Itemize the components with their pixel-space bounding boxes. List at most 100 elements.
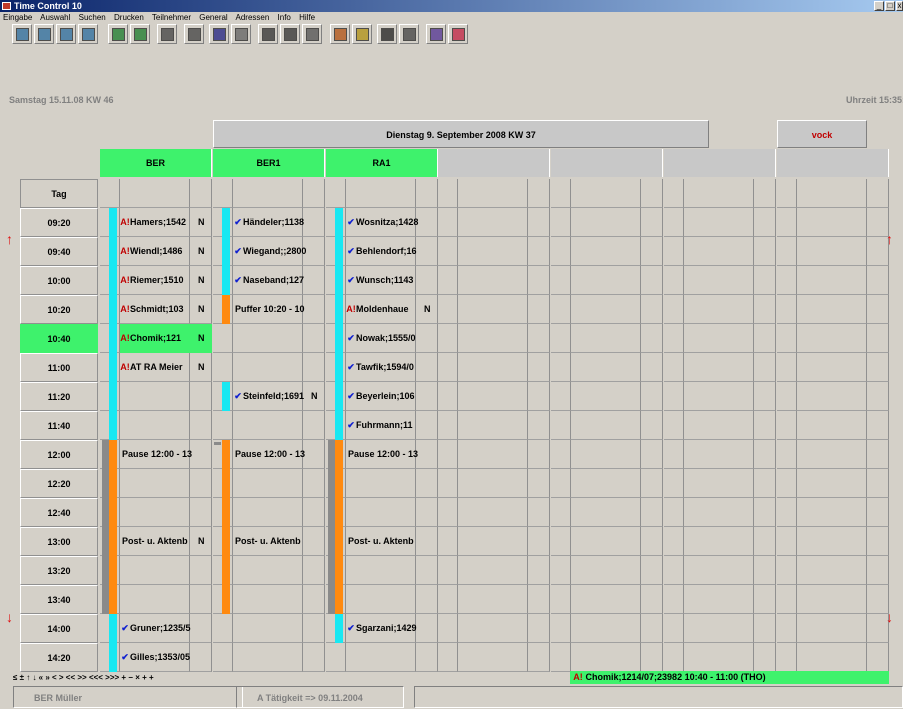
grid-cell[interactable]: [571, 382, 641, 411]
grid-cell[interactable]: [458, 324, 528, 353]
grid-cell[interactable]: [190, 469, 212, 498]
grid-cell[interactable]: [684, 266, 754, 295]
grid-cell[interactable]: [571, 411, 641, 440]
year-grid-button[interactable]: [78, 24, 98, 44]
appointment-entry[interactable]: ✔Behlendorf;16: [346, 237, 426, 266]
grid-cell[interactable]: [303, 643, 325, 672]
grid-cell[interactable]: [777, 382, 797, 411]
grid-cell[interactable]: [754, 266, 776, 295]
grid-cell[interactable]: [571, 440, 641, 469]
grid-cell[interactable]: [233, 498, 303, 527]
grid-cell[interactable]: [684, 643, 754, 672]
appointment-entry[interactable]: ✔Tawfik;1594/0: [346, 353, 426, 382]
grid-cell[interactable]: [458, 179, 528, 208]
navigation-buttons[interactable]: ≤ ± ↑ ↓ « » < > << >> <<< >>> + − × + +: [13, 671, 243, 684]
scroll-down-left-icon[interactable]: ↓: [6, 610, 13, 624]
grid-cell[interactable]: [438, 237, 458, 266]
grid-cell[interactable]: [438, 614, 458, 643]
appointment-entry[interactable]: A!Chomik;121: [120, 324, 200, 353]
grid-cell[interactable]: [641, 353, 663, 382]
grid-cell[interactable]: [664, 585, 684, 614]
minimize-button[interactable]: _: [874, 1, 884, 11]
grid-cell[interactable]: [664, 440, 684, 469]
grid-cell[interactable]: [551, 266, 571, 295]
grid-cell[interactable]: [684, 411, 754, 440]
grid-cell[interactable]: [551, 527, 571, 556]
grid-cell[interactable]: [777, 353, 797, 382]
grid-cell[interactable]: [777, 266, 797, 295]
window-button[interactable]: [184, 24, 204, 44]
grid-cell[interactable]: [571, 237, 641, 266]
grid-cell[interactable]: [684, 295, 754, 324]
print-button[interactable]: [258, 24, 278, 44]
grid-cell[interactable]: [754, 469, 776, 498]
grid-cell[interactable]: [346, 585, 416, 614]
grid-cell[interactable]: [551, 208, 571, 237]
grid-cell[interactable]: [233, 556, 303, 585]
grid-cell[interactable]: [867, 382, 889, 411]
grid-cell[interactable]: [458, 266, 528, 295]
grid-cell[interactable]: [438, 353, 458, 382]
appointment-entry[interactable]: Post- u. Aktenb: [233, 527, 313, 556]
list-button[interactable]: [448, 24, 468, 44]
menu-eingabe[interactable]: Eingabe: [3, 13, 32, 22]
grid-cell[interactable]: [233, 585, 303, 614]
grid-cell[interactable]: [641, 179, 663, 208]
grid-cell[interactable]: [867, 643, 889, 672]
grid-cell[interactable]: [684, 498, 754, 527]
appointment-entry[interactable]: ✔Fuhrmann;11: [346, 411, 426, 440]
column-header-ber[interactable]: BER: [100, 149, 212, 177]
grid-cell[interactable]: [641, 498, 663, 527]
grid-cell[interactable]: [438, 440, 458, 469]
grid-cell[interactable]: [190, 411, 212, 440]
grid-cell[interactable]: [797, 585, 867, 614]
card-button[interactable]: [377, 24, 397, 44]
grid-cell[interactable]: [684, 585, 754, 614]
grid-cell[interactable]: [326, 179, 346, 208]
clock-button[interactable]: [231, 24, 251, 44]
person-button[interactable]: [330, 24, 350, 44]
grid-cell[interactable]: [754, 324, 776, 353]
grid-cell[interactable]: [551, 643, 571, 672]
grid-cell[interactable]: [551, 585, 571, 614]
grid-cell[interactable]: [233, 469, 303, 498]
grid-cell[interactable]: [190, 382, 212, 411]
grid-cell[interactable]: [777, 295, 797, 324]
grid-cell[interactable]: [641, 614, 663, 643]
status-message[interactable]: A! Chomik;1214/07;23982 10:40 - 11:00 (T…: [570, 671, 889, 684]
time-slot[interactable]: 10:40: [20, 324, 98, 353]
column-header-empty[interactable]: [438, 149, 550, 177]
grid-cell[interactable]: [438, 324, 458, 353]
menu-adressen[interactable]: Adressen: [236, 13, 270, 22]
grid-cell[interactable]: [777, 643, 797, 672]
grid-cell[interactable]: [551, 179, 571, 208]
grid-cell[interactable]: [797, 556, 867, 585]
grid-cell[interactable]: [797, 179, 867, 208]
menu-general[interactable]: General: [199, 13, 227, 22]
grid-cell[interactable]: [664, 469, 684, 498]
grid-cell[interactable]: [797, 469, 867, 498]
grid-cell[interactable]: [438, 643, 458, 672]
grid-cell[interactable]: [664, 382, 684, 411]
grid-cell[interactable]: [797, 324, 867, 353]
grid-cell[interactable]: [528, 469, 550, 498]
grid-cell[interactable]: [551, 440, 571, 469]
grid-cell[interactable]: [754, 614, 776, 643]
grid-cell[interactable]: [664, 411, 684, 440]
grid-cell[interactable]: [528, 324, 550, 353]
grid-cell[interactable]: [233, 179, 303, 208]
grid-cell[interactable]: [641, 643, 663, 672]
grid-cell[interactable]: [528, 353, 550, 382]
time-slot[interactable]: 09:40: [20, 237, 98, 266]
grid-cell[interactable]: [458, 614, 528, 643]
grid-cell[interactable]: [684, 556, 754, 585]
grid-cell[interactable]: [664, 527, 684, 556]
grid-cell[interactable]: [528, 411, 550, 440]
grid-cell[interactable]: [754, 556, 776, 585]
grid-cell[interactable]: [190, 179, 212, 208]
grid-cell[interactable]: [458, 237, 528, 266]
grid-cell[interactable]: [797, 498, 867, 527]
grid-cell[interactable]: [867, 469, 889, 498]
grid-cell[interactable]: [571, 556, 641, 585]
grid-cell[interactable]: [867, 295, 889, 324]
